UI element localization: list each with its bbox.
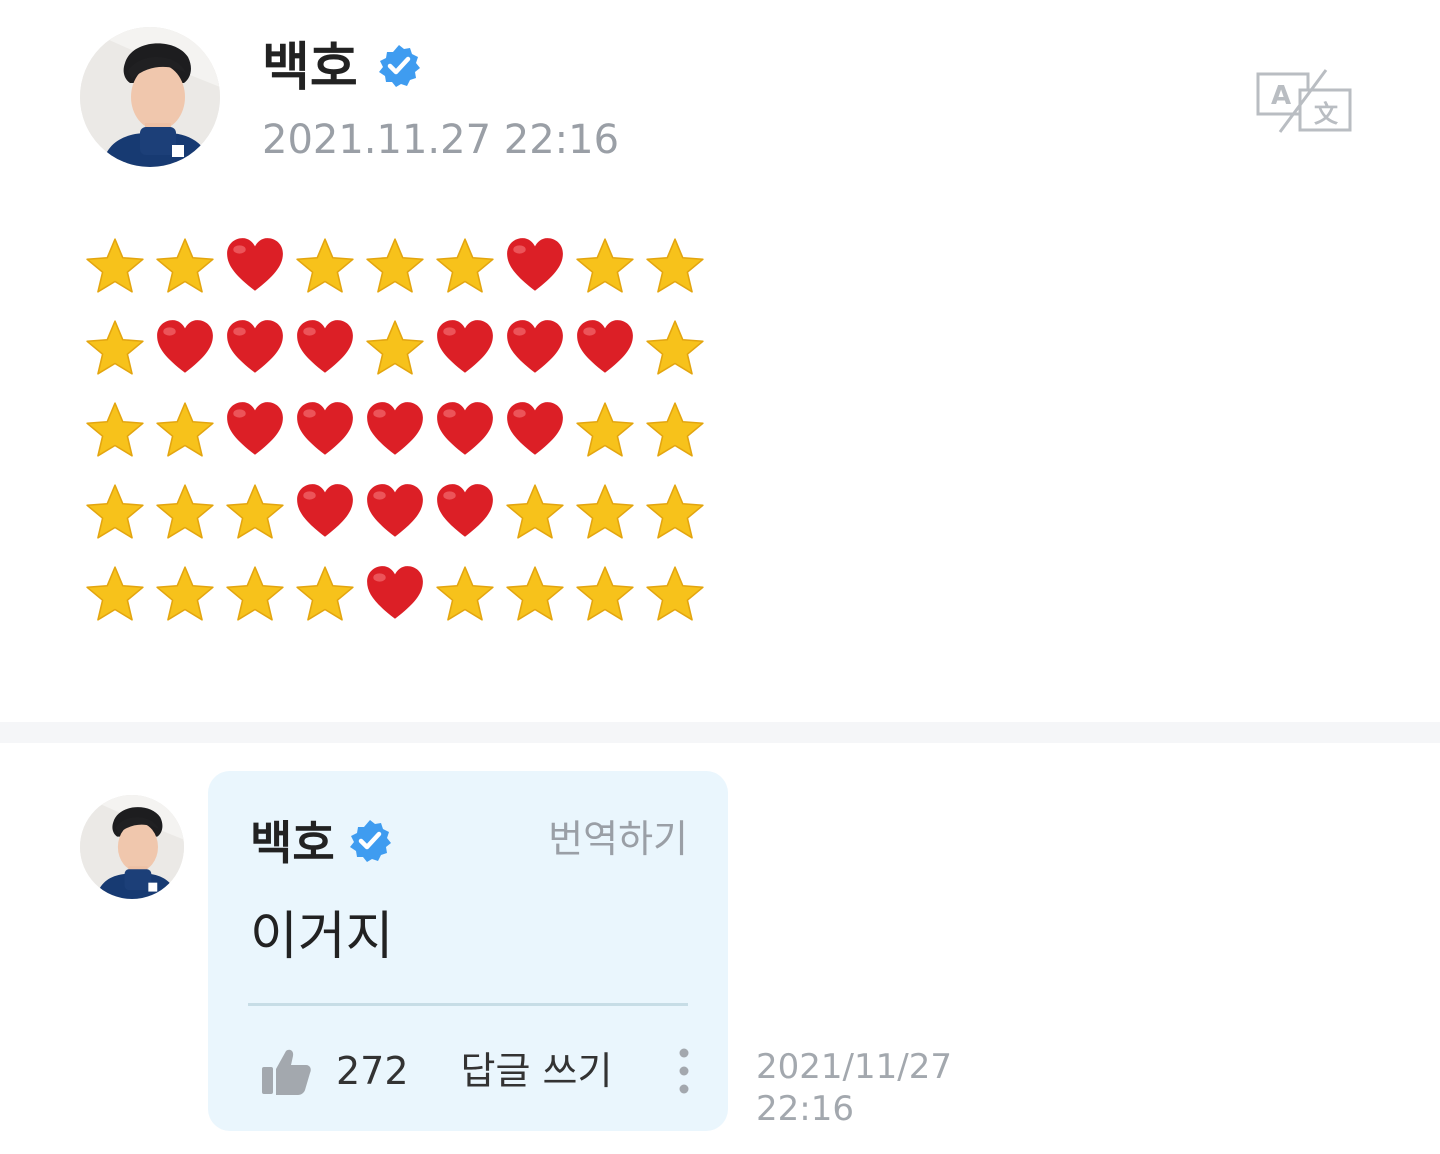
comment-footer: 272 답글 쓰기 [260,1041,690,1101]
translate-button[interactable]: A 文 [1254,66,1354,140]
comment-author-avatar[interactable] [80,795,184,899]
star-icon [150,553,220,635]
svg-text:A: A [1271,81,1291,111]
heart-icon [500,307,570,389]
star-icon [360,307,430,389]
star-icon [80,225,150,307]
reply-button[interactable]: 답글 쓰기 [461,1047,613,1095]
star-icon [640,553,710,635]
more-options-icon[interactable] [678,1047,690,1095]
star-icon [570,471,640,553]
comment-author: 백호 [250,815,393,871]
comment-date: 2021/11/27 22:16 [756,1046,952,1130]
heart-icon [500,225,570,307]
author-avatar[interactable] [80,27,220,167]
avatar-photo [80,795,184,899]
heart-icon [150,307,220,389]
heart-icon [290,389,360,471]
star-icon [430,553,500,635]
star-icon [430,225,500,307]
star-icon [570,225,640,307]
comment-text: 이거지 [250,907,394,967]
thumbs-up-icon[interactable] [260,1045,312,1097]
heart-icon [430,389,500,471]
heart-icon [360,389,430,471]
star-icon [570,389,640,471]
post-date: 2021.11.27 22:16 [262,117,620,163]
star-icon [80,471,150,553]
post-author-name[interactable]: 백호 [262,36,358,100]
star-icon [150,471,220,553]
avatar-photo [80,27,220,167]
section-divider [0,722,1440,743]
star-icon [80,307,150,389]
svg-text:文: 文 [1314,100,1339,128]
star-icon [150,389,220,471]
heart-icon [360,471,430,553]
comment-date-time: 22:16 [756,1089,854,1129]
star-icon [360,225,430,307]
emoji-grid [80,225,710,635]
comment-divider [248,1003,688,1006]
verified-badge-icon [376,43,422,93]
star-icon [80,553,150,635]
star-icon [290,553,360,635]
heart-icon [290,307,360,389]
star-icon [500,553,570,635]
verified-badge-icon [347,818,393,868]
heart-icon [360,553,430,635]
comment-author-name[interactable]: 백호 [250,815,335,871]
heart-icon [500,389,570,471]
star-icon [570,553,640,635]
star-icon [640,307,710,389]
comment-bubble: 백호 번역하기 이거지 272 답글 쓰기 [208,771,728,1131]
like-count: 272 [336,1049,409,1093]
heart-icon [430,471,500,553]
star-icon [150,225,220,307]
heart-icon [220,225,290,307]
post-author: 백호 [262,36,422,100]
translate-icon: A 文 [1256,69,1352,133]
comment-translate-button[interactable]: 번역하기 [548,815,688,863]
comment-date-day: 2021/11/27 [756,1047,952,1087]
heart-icon [290,471,360,553]
heart-icon [430,307,500,389]
star-icon [640,389,710,471]
heart-icon [220,389,290,471]
star-icon [80,389,150,471]
star-icon [640,225,710,307]
heart-icon [570,307,640,389]
star-icon [290,225,360,307]
star-icon [220,471,290,553]
star-icon [220,553,290,635]
star-icon [640,471,710,553]
star-icon [500,471,570,553]
heart-icon [220,307,290,389]
